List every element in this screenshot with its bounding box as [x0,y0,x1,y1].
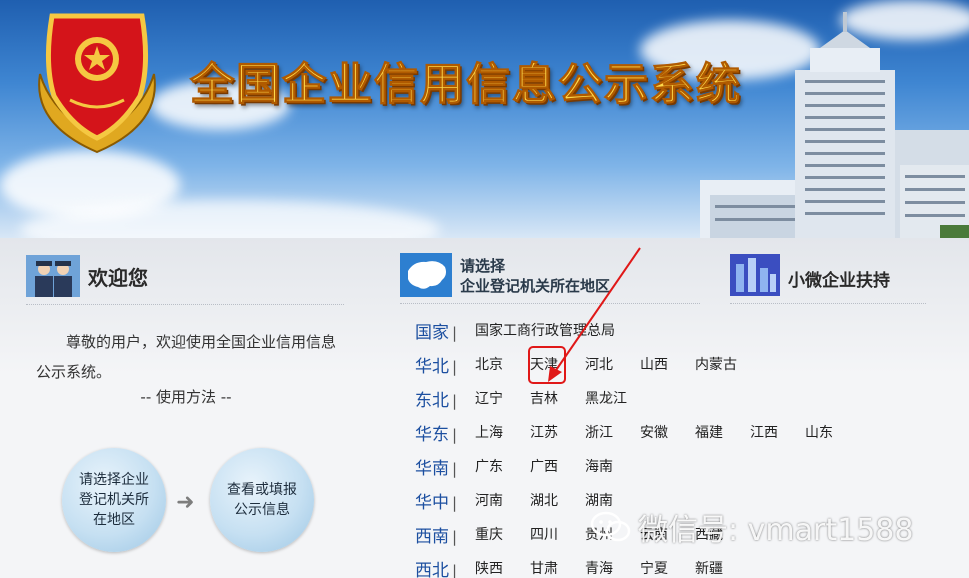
region-name-label: 华北 [415,356,449,377]
separator: | [452,357,458,376]
arrow-right-icon: ➜ [176,490,195,515]
region-link[interactable]: 河南 [475,490,503,510]
region-name-label: 西南 [415,526,449,547]
region-link[interactable]: 内蒙古 [695,354,737,374]
site-title: 全国企业信用信息公示系统 [190,59,742,111]
usage-heading: -- 使用方法 -- [140,388,232,406]
region-link[interactable]: 青海 [585,558,613,578]
region-link[interactable]: 重庆 [475,524,503,544]
region-name: 华南 | [415,454,475,479]
region-link[interactable]: 甘肃 [530,558,558,578]
region-row: 西北 | 陕西 甘肃 青海 宁夏 新疆 [415,556,723,578]
separator: | [452,527,458,546]
separator: | [452,493,458,512]
watermark-text: 微信号: vmart1588 [638,513,914,548]
officers-icon [26,255,80,297]
welcome-text: 尊敬的用户，欢迎使用全国企业信用信息公示系统。 [36,333,337,381]
region-link[interactable]: 广东 [475,456,503,476]
welcome-title: 欢迎您 [88,266,148,290]
region-link[interactable]: 新疆 [695,558,723,578]
support-title[interactable]: 小微企业扶持 [788,266,890,291]
region-link[interactable]: 宁夏 [640,558,668,578]
region-name: 华东 | [415,420,475,445]
divider [730,303,926,304]
region-link[interactable]: 上海 [475,422,503,442]
region-link[interactable]: 湖北 [530,490,558,510]
region-name: 华中 | [415,488,475,513]
region-row: 华中 | 河南 湖北 湖南 [415,488,613,513]
china-map-icon [400,253,452,297]
region-link[interactable]: 安徽 [640,422,668,442]
wechat-watermark: 微信号: vmart1588 [590,511,913,548]
region-name-label: 东北 [415,390,449,411]
region-link[interactable]: 吉林 [530,388,558,408]
step2-label: 查看或填报公示信息 [227,482,297,518]
step-view-info-button[interactable]: 查看或填报公示信息 [210,448,314,552]
region-row: 国家 | 国家工商行政管理总局 [415,318,615,343]
region-link[interactable]: 江苏 [530,422,558,442]
region-row: 东北 | 辽宁 吉林 黑龙江 [415,386,627,411]
divider [26,304,344,305]
region-name-label: 西北 [415,560,449,578]
wechat-icon [590,511,631,542]
separator: | [452,323,458,342]
region-link[interactable]: 北京 [475,354,503,374]
region-name-label: 华中 [415,492,449,513]
region-link[interactable]: 山东 [805,422,833,442]
red-arrow-annotation [548,247,641,382]
separator: | [452,561,458,578]
region-name: 华北 | [415,352,475,377]
region-row: 西南 | 重庆 四川 贵州 云南 西藏 [415,522,723,547]
region-link[interactable]: 黑龙江 [585,388,627,408]
step1-label: 请选择企业登记机关所在地区 [79,472,149,528]
separator: | [452,391,458,410]
separator: | [452,459,458,478]
step-select-region-button[interactable]: 请选择企业登记机关所在地区 [62,448,166,552]
building-image [700,12,969,238]
region-row: 华东 | 上海 江苏 浙江 安徽 福建 江西 山东 [415,420,833,445]
region-link[interactable]: 陕西 [475,558,503,578]
region-link[interactable]: 江西 [750,422,778,442]
region-name: 国家 | [415,318,475,343]
separator: | [452,425,458,444]
region-name-label: 华东 [415,424,449,445]
support-banner-icon [730,254,780,296]
region-link[interactable]: 海南 [585,456,613,476]
region-name: 西南 | [415,522,475,547]
region-name-label: 华南 [415,458,449,479]
region-link[interactable]: 福建 [695,422,723,442]
region-link[interactable]: 浙江 [585,422,613,442]
region-link[interactable]: 广西 [530,456,558,476]
region-link[interactable]: 湖南 [585,490,613,510]
region-row: 华北 | 北京 天津 河北 山西 内蒙古 [415,352,737,377]
region-link[interactable]: 四川 [530,524,558,544]
emblem-icon [38,13,156,154]
region-name: 东北 | [415,386,475,411]
region-row: 华南 | 广东 广西 海南 [415,454,613,479]
region-link[interactable]: 辽宁 [475,388,503,408]
region-name-label: 国家 [415,322,449,343]
region-name: 西北 | [415,556,475,578]
header-banner: 全国企业信用信息公示系统 [0,0,969,238]
